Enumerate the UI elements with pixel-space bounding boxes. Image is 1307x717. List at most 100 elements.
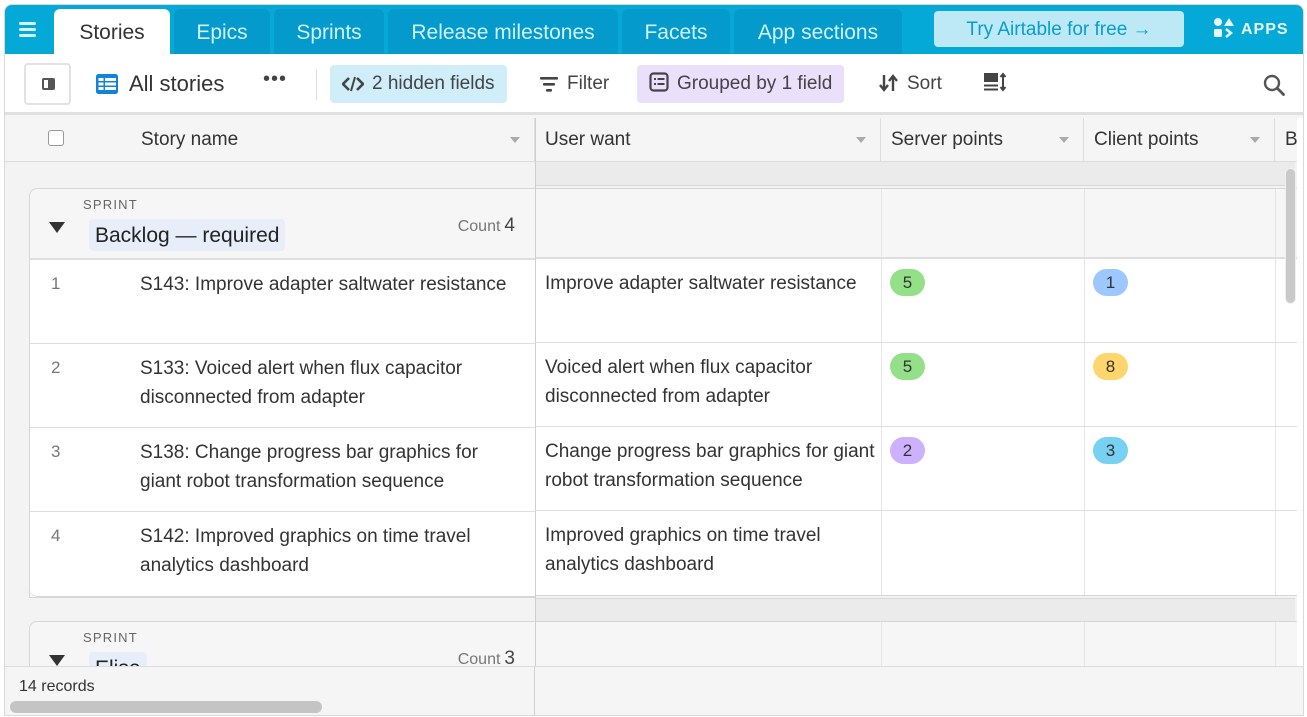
search-icon xyxy=(1263,74,1285,96)
group-spacer xyxy=(535,598,1295,622)
row-number: 3 xyxy=(51,442,61,461)
table-row-right[interactable]: Improve adapter saltwater resistance 5 1 xyxy=(535,259,1303,343)
collapse-group-icon[interactable] xyxy=(49,655,65,666)
filter-icon xyxy=(540,77,558,92)
row-number: 1 xyxy=(51,274,61,293)
sidebar-toggle-icon xyxy=(42,78,55,90)
group-value: Backlog — required xyxy=(89,219,286,251)
story-name-cell[interactable]: S138: Change progress bar graphics for g… xyxy=(140,438,520,496)
column-menu-caret-icon[interactable] xyxy=(856,137,866,143)
group-left-pane: SPRINT Elise Count3 xyxy=(29,621,535,666)
column-header-server-points[interactable]: Server points xyxy=(881,118,1084,162)
tab-stories[interactable]: Stories xyxy=(54,9,170,54)
table-row[interactable]: 1 S143: Improve adapter saltwater resista… xyxy=(30,260,535,344)
row-height-button[interactable] xyxy=(971,65,1027,103)
grid-body: SPRINT Backlog — required Count 4 1 S143: … xyxy=(5,162,1303,666)
table-row-right[interactable]: Voiced alert when flux capacitor disconn… xyxy=(535,343,1303,427)
table-row[interactable]: 2 S133: Voiced alert when flux capacitor … xyxy=(30,344,535,428)
client-points-pill[interactable]: 1 xyxy=(1093,269,1128,296)
story-name-cell[interactable]: S133: Voiced alert when flux capacitor d… xyxy=(140,354,520,412)
sidebar-toggle-button[interactable] xyxy=(24,63,71,105)
view-switcher[interactable]: All stories xyxy=(95,66,224,102)
sort-icon xyxy=(879,74,898,92)
client-points-pill[interactable]: 8 xyxy=(1093,353,1128,380)
hidden-fields-label: 2 hidden fields xyxy=(372,73,495,94)
hidden-fields-button[interactable]: 2 hidden fields xyxy=(330,65,507,103)
user-want-cell[interactable]: Change progress bar graphics for giant r… xyxy=(545,437,875,495)
group-count: Count 4 xyxy=(457,215,515,236)
tab-sprints[interactable]: Sprints xyxy=(274,9,384,54)
group-label: Grouped by 1 field xyxy=(677,73,833,94)
column-menu-caret-icon[interactable] xyxy=(1059,137,1069,143)
client-points-pill[interactable]: 3 xyxy=(1093,437,1128,464)
group-left-pane: SPRINT Backlog — required Count 4 1 S143: … xyxy=(29,188,535,598)
story-name-cell[interactable]: S142: Improved graphics on time travel a… xyxy=(140,522,520,580)
app-window: Stories Epics Sprints Release milestones… xyxy=(4,4,1304,716)
group-field-label: SPRINT xyxy=(83,630,138,645)
filter-button[interactable]: Filter xyxy=(527,65,621,103)
table-row[interactable]: 4 S142: Improved graphics on time travel … xyxy=(30,512,535,596)
group-button[interactable]: Grouped by 1 field xyxy=(637,65,845,103)
table-row[interactable]: 3 S138: Change progress bar graphics for … xyxy=(30,428,535,512)
apps-label: APPS xyxy=(1241,21,1289,38)
group-field-label: SPRINT xyxy=(83,197,138,212)
record-count: 14 records xyxy=(19,678,95,695)
server-points-pill[interactable]: 2 xyxy=(890,437,925,464)
try-airtable-button[interactable]: Try Airtable for free → xyxy=(934,11,1184,47)
tab-facets[interactable]: Facets xyxy=(622,9,730,54)
user-want-cell[interactable]: Improve adapter saltwater resistance xyxy=(545,269,875,298)
table-row-right[interactable]: Improved graphics on time travel analyti… xyxy=(535,511,1303,595)
view-more-button[interactable]: ••• xyxy=(263,68,287,91)
group-rows: 1 S143: Improve adapter saltwater resista… xyxy=(30,260,535,597)
column-menu-caret-icon[interactable] xyxy=(1250,137,1260,143)
row-number: 4 xyxy=(51,526,61,545)
frozen-column-divider xyxy=(535,118,536,715)
apps-icon xyxy=(1214,18,1234,38)
server-points-pill[interactable]: 5 xyxy=(890,353,925,380)
column-label: Story name xyxy=(141,129,239,150)
horizontal-scrollbar[interactable] xyxy=(10,701,322,713)
vertical-scrollbar[interactable] xyxy=(1285,168,1296,304)
hamburger-menu-icon[interactable] xyxy=(17,19,39,39)
server-points-pill[interactable]: 5 xyxy=(890,269,925,296)
column-header-story-name[interactable]: Story name xyxy=(5,118,535,162)
sort-label: Sort xyxy=(907,73,942,94)
column-header-user-want[interactable]: User want xyxy=(535,118,881,162)
group-header: SPRINT Elise Count3 xyxy=(30,622,535,666)
column-menu-caret-icon[interactable] xyxy=(510,137,520,143)
group-count: Count 3 xyxy=(458,648,515,666)
group-header: SPRINT Backlog — required Count 4 xyxy=(30,189,535,260)
sort-button[interactable]: Sort xyxy=(867,65,954,103)
user-want-cell[interactable]: Improved graphics on time travel analyti… xyxy=(545,521,875,579)
group-spacer xyxy=(535,162,1295,186)
group-icon xyxy=(649,72,669,92)
select-all-checkbox[interactable] xyxy=(48,130,64,146)
filter-label: Filter xyxy=(567,73,610,94)
grid-header: Story name User want Server points Clien… xyxy=(5,118,1303,162)
group-rows-right: Improve adapter saltwater resistance 5 1 Vo… xyxy=(535,259,1303,596)
column-header-client-points[interactable]: Client points xyxy=(1084,118,1275,162)
collapse-group-icon[interactable] xyxy=(49,222,65,233)
search-button[interactable] xyxy=(1263,74,1285,101)
table-tab-bar: Stories Epics Sprints Release milestones… xyxy=(5,5,1303,54)
group-count-value: 3 xyxy=(504,648,515,666)
row-number: 2 xyxy=(51,358,61,377)
column-label: Server points xyxy=(891,129,1003,150)
apps-button[interactable]: APPS xyxy=(1213,17,1289,41)
view-name-label: All stories xyxy=(129,71,225,96)
footer-summary: 14 records xyxy=(5,667,535,715)
tab-release-milestones[interactable]: Release milestones xyxy=(388,9,618,54)
story-name-cell[interactable]: S143: Improve adapter saltwater resistan… xyxy=(140,270,520,299)
group-header-right xyxy=(535,621,1303,666)
hide-fields-icon xyxy=(341,76,365,92)
tab-epics[interactable]: Epics xyxy=(174,9,270,54)
grid-footer: 14 records xyxy=(5,666,1303,715)
group-header-right xyxy=(535,188,1303,259)
table-row-right[interactable]: Change progress bar graphics for giant r… xyxy=(535,427,1303,511)
group-right-pane xyxy=(535,621,1303,666)
group-right-pane: Improve adapter saltwater resistance 5 1 Vo… xyxy=(535,188,1303,596)
tab-app-sections[interactable]: App sections xyxy=(734,9,902,54)
user-want-cell[interactable]: Voiced alert when flux capacitor disconn… xyxy=(545,353,875,411)
grid-view-icon xyxy=(96,74,118,94)
group-count-value: 4 xyxy=(504,215,515,236)
